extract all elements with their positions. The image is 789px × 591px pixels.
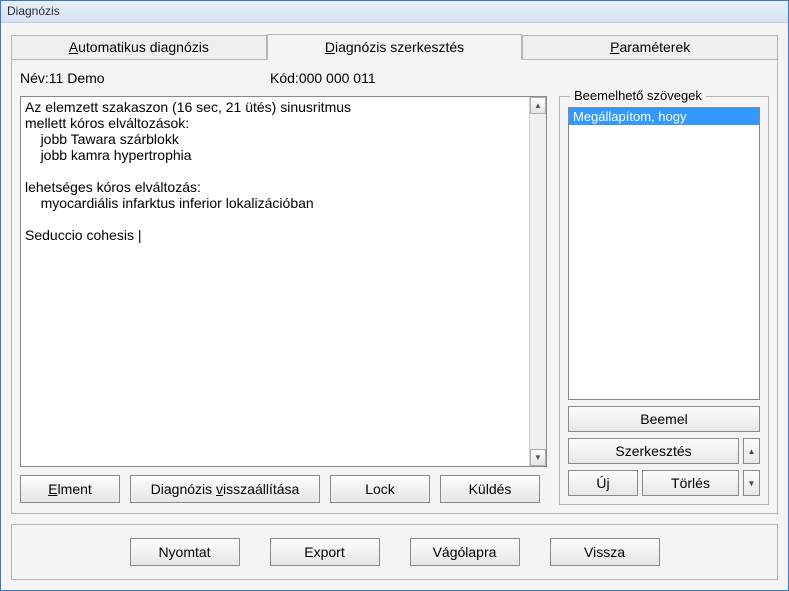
tab-diagnosis-edit[interactable]: Diagnózis szerkesztés	[267, 34, 523, 60]
save-button[interactable]: Elment	[20, 475, 120, 503]
bottom-button-panel: Nyomtat Export Vágólapra Vissza	[11, 524, 778, 580]
spin-up-icon[interactable]: ▲	[743, 438, 760, 464]
export-button[interactable]: Export	[270, 538, 380, 566]
left-column: ▲ ▼ Elment Diagnózis visszaállítása Lock…	[20, 96, 547, 505]
window-title: Diagnózis	[7, 4, 60, 18]
scroll-up-icon[interactable]: ▲	[530, 97, 546, 114]
editor-button-row: Elment Diagnózis visszaállítása Lock Kül…	[20, 475, 547, 505]
clipboard-button[interactable]: Vágólapra	[410, 538, 520, 566]
tab-parameters[interactable]: Paraméterek	[522, 35, 778, 59]
patient-code: Kód:000 000 011	[270, 70, 376, 86]
editor-scrollbar[interactable]: ▲ ▼	[529, 97, 546, 466]
list-item[interactable]: Megállapítom, hogy	[569, 108, 759, 125]
print-button[interactable]: Nyomtat	[130, 538, 240, 566]
new-text-button[interactable]: Új	[568, 470, 638, 496]
app-window: Diagnózis Automatikus diagnózis Diagnózi…	[0, 0, 789, 591]
patient-info-row: Név:11 Demo Kód:000 000 011	[20, 68, 769, 90]
scroll-down-icon[interactable]: ▼	[530, 449, 546, 466]
tab-body: Név:11 Demo Kód:000 000 011 ▲ ▼	[11, 59, 778, 514]
tab-strip: Automatikus diagnózis Diagnózis szerkesz…	[11, 33, 778, 59]
restore-diagnosis-button[interactable]: Diagnózis visszaállítása	[130, 475, 320, 503]
main-row: ▲ ▼ Elment Diagnózis visszaállítása Lock…	[20, 96, 769, 505]
back-button[interactable]: Vissza	[550, 538, 660, 566]
diagnosis-editor[interactable]	[21, 97, 529, 466]
insert-text-listbox[interactable]: Megállapítom, hogy	[568, 107, 760, 400]
insert-button[interactable]: Beemel	[568, 406, 760, 432]
insert-text-groupbox: Beemelhető szövegek Megállapítom, hogy B…	[559, 96, 769, 505]
groupbox-title: Beemelhető szövegek	[570, 88, 706, 103]
spin-down-icon[interactable]: ▼	[743, 470, 760, 496]
send-button[interactable]: Küldés	[440, 475, 540, 503]
edit-text-button[interactable]: Szerkesztés	[568, 438, 739, 464]
window-titlebar: Diagnózis	[1, 1, 788, 23]
lock-button[interactable]: Lock	[330, 475, 430, 503]
spin-col-1: ▲	[743, 438, 760, 464]
patient-name: Név:11 Demo	[20, 70, 270, 86]
diagnosis-editor-wrap: ▲ ▼	[20, 96, 547, 467]
spin-col-2: ▼	[743, 470, 760, 496]
client-area: Automatikus diagnózis Diagnózis szerkesz…	[1, 23, 788, 590]
tab-auto-diagnosis[interactable]: Automatikus diagnózis	[11, 35, 267, 59]
delete-text-button[interactable]: Törlés	[642, 470, 739, 496]
right-column: Beemelhető szövegek Megállapítom, hogy B…	[559, 96, 769, 505]
